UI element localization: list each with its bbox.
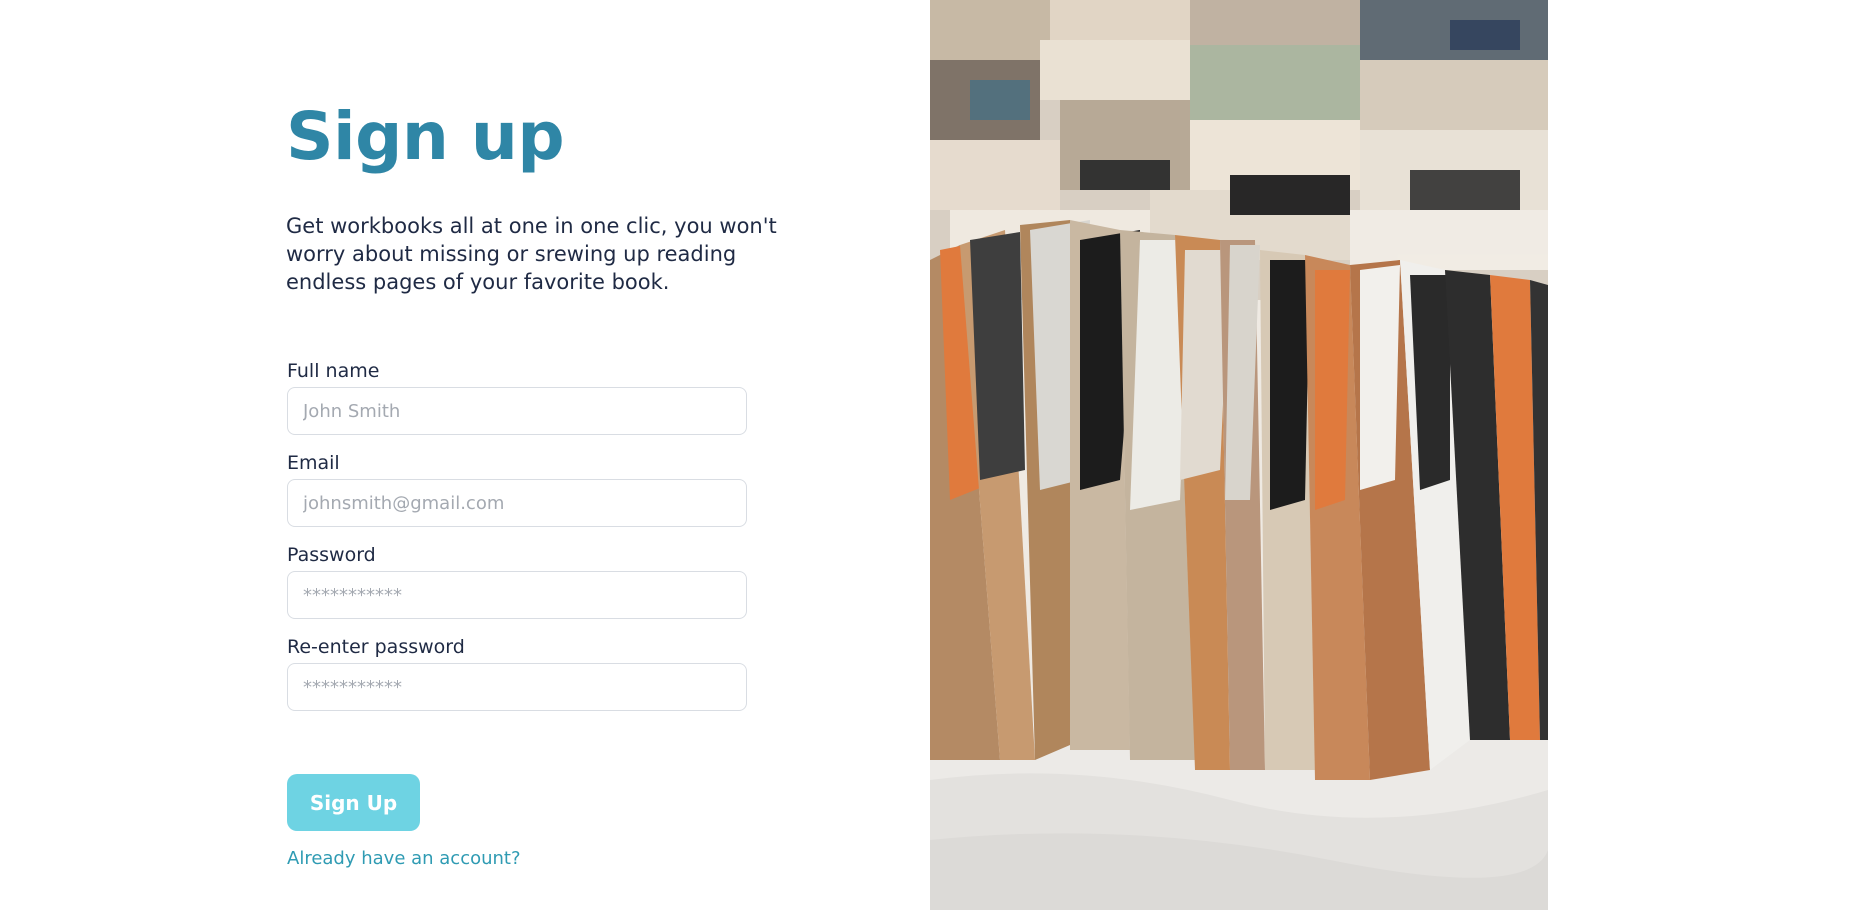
page-subtitle: Get workbooks all at one in one clic, yo… (286, 214, 777, 294)
full-name-input[interactable] (287, 387, 747, 435)
password-label: Password (287, 544, 376, 566)
reenter-password-input[interactable] (287, 663, 747, 711)
password-input[interactable] (287, 571, 747, 619)
books-photo (930, 0, 1548, 910)
books-illustration (930, 0, 1548, 910)
email-input[interactable] (287, 479, 747, 527)
sign-up-button[interactable]: Sign Up (287, 774, 420, 831)
signup-panel: Sign up Get workbooks all at one in one … (0, 0, 930, 910)
full-name-label: Full name (287, 360, 380, 382)
page-title: Sign up (286, 98, 565, 175)
email-label: Email (287, 452, 340, 474)
already-have-account-link[interactable]: Already have an account? (287, 848, 521, 869)
reenter-password-label: Re-enter password (287, 636, 465, 658)
